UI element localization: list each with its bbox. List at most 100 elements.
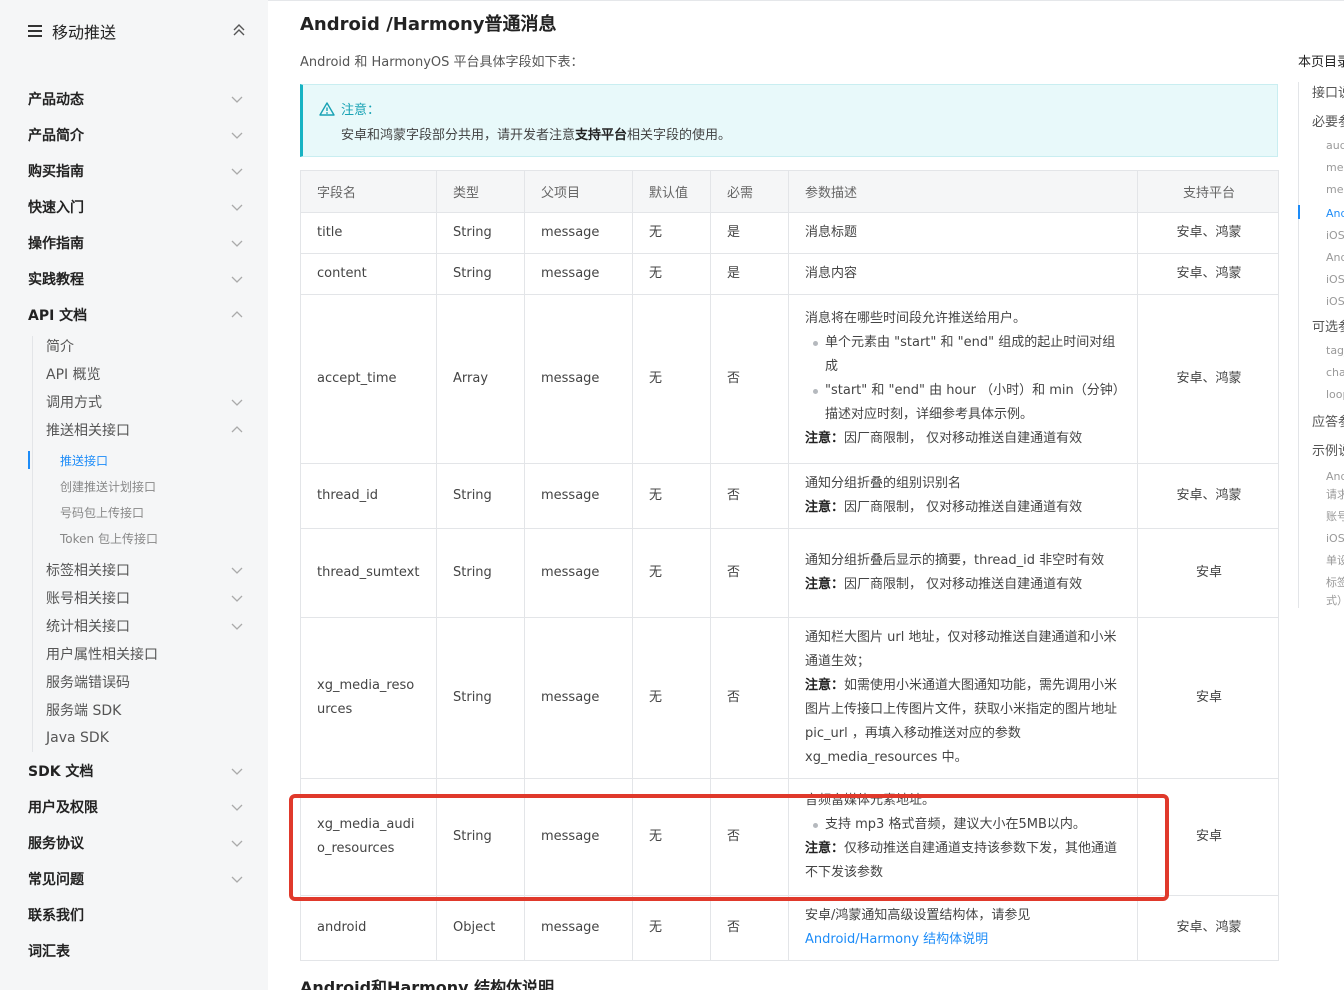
sidebar-item-contact-us[interactable]: 联系我们 xyxy=(28,903,244,927)
toc-item[interactable]: iOS 普通消息 xyxy=(1326,227,1344,243)
toc-item[interactable]: Android 透传消息 xyxy=(1326,249,1344,265)
toc-item[interactable]: 标签推送（新版格 xyxy=(1326,574,1344,590)
top-divider xyxy=(268,0,1344,1)
toc-item[interactable]: 请求示例 xyxy=(1326,486,1344,502)
sidebar-item-glossary[interactable]: 词汇表 xyxy=(28,939,244,963)
sidebar-item-server-sdk[interactable]: 服务端 SDK xyxy=(46,699,244,721)
list-item: "start" 和 "end" 由 hour （小时）和 min（分钟）描述对应… xyxy=(805,379,1123,427)
sidebar-item-stats-apis[interactable]: 统计相关接口 xyxy=(46,615,244,637)
toc-item[interactable]: 必要参数 xyxy=(1312,111,1344,130)
sidebar-item-service-agreement[interactable]: 服务协议 xyxy=(28,831,244,855)
toc-item[interactable]: iOS 消息 xyxy=(1326,293,1344,309)
toc-item[interactable]: channel_rules xyxy=(1326,366,1344,379)
field-platform: 安卓 xyxy=(1137,528,1279,618)
toc-item[interactable]: 单设备推送 xyxy=(1326,552,1344,568)
toc-active-indicator xyxy=(1298,205,1300,219)
field-type: Object xyxy=(436,895,525,961)
toc-item[interactable]: audience_type xyxy=(1326,139,1344,152)
toc-item[interactable]: iOS 静默消息 xyxy=(1326,271,1344,287)
toc-item[interactable]: message xyxy=(1326,183,1344,196)
sidebar-item-product-intro[interactable]: 产品简介 xyxy=(28,123,244,147)
field-parent: message xyxy=(524,253,633,295)
toc-item[interactable]: 接口说明 xyxy=(1312,82,1344,101)
field-description: 消息将在哪些时间段允许推送给用户。 单个元素由 "start" 和 "end" … xyxy=(788,294,1138,464)
field-name: xg_media_resources xyxy=(300,617,437,779)
chevron-down-icon xyxy=(231,399,243,406)
sidebar-item-tutorials[interactable]: 实践教程 xyxy=(28,267,244,291)
struct-doc-link[interactable]: Android/Harmony 结构体说明 xyxy=(805,932,988,947)
note-label: 注意： xyxy=(805,678,845,693)
list-item: 单个元素由 "start" 和 "end" 组成的起止时间对组成 xyxy=(805,331,1123,379)
field-type: String xyxy=(436,212,525,254)
sidebar-item-call-method[interactable]: 调用方式 xyxy=(46,391,244,413)
chevron-down-icon xyxy=(231,96,243,103)
sidebar-item-account-apis[interactable]: 账号相关接口 xyxy=(46,587,244,609)
menu-icon[interactable] xyxy=(28,25,42,37)
table-row: android Object message 无 否 安卓/鸿蒙通知高级设置结构… xyxy=(300,895,1279,961)
field-default: 无 xyxy=(632,895,711,961)
sidebar-item-java-sdk[interactable]: Java SDK xyxy=(46,727,244,749)
next-section-title: Android和Harmony 结构体说明 xyxy=(300,978,555,990)
field-name: title xyxy=(300,212,437,254)
note-label: 注意： xyxy=(805,431,845,446)
toc-item[interactable]: 式） xyxy=(1326,592,1344,608)
sidebar-item-tag-apis[interactable]: 标签相关接口 xyxy=(46,559,244,581)
sidebar-item-api-docs[interactable]: API 文档 xyxy=(28,303,244,327)
field-name: accept_time xyxy=(300,294,437,464)
field-parent: message xyxy=(524,895,633,961)
sidebar-item-token-package-upload[interactable]: Token 包上传接口 xyxy=(60,528,244,548)
sidebar-item-push-apis[interactable]: 推送相关接口 xyxy=(46,419,244,441)
field-description: 通知栏大图片 url 地址，仅对移动推送自建通道和小米通道生效； 注意：如需使用… xyxy=(788,617,1138,779)
sidebar-item-number-package-upload[interactable]: 号码包上传接口 xyxy=(60,502,244,522)
field-description: 音频富媒体元素地址。 支持 mp3 格式音频，建议大小在5MB以内。 注意：仅移… xyxy=(788,778,1138,896)
sidebar-item-user-attr-apis[interactable]: 用户属性相关接口 xyxy=(46,643,244,665)
sidebar-item-push-api[interactable]: 推送接口 xyxy=(60,450,244,470)
field-default: 无 xyxy=(632,778,711,896)
field-type: String xyxy=(436,463,525,529)
sidebar-item-product-news[interactable]: 产品动态 xyxy=(28,87,244,111)
chevron-down-icon xyxy=(231,840,243,847)
sidebar-item-api-overview[interactable]: API 概览 xyxy=(46,363,244,385)
sidebar-item-quick-start[interactable]: 快速入门 xyxy=(28,195,244,219)
field-required: 是 xyxy=(710,212,789,254)
sidebar-item-faq[interactable]: 常见问题 xyxy=(28,867,244,891)
table-row: content String message 无 是 消息内容 安卓、鸿蒙 xyxy=(300,253,1279,295)
sidebar-item-users-permissions[interactable]: 用户及权限 xyxy=(28,795,244,819)
sidebar-item-operation-guide[interactable]: 操作指南 xyxy=(28,231,244,255)
toc-item[interactable]: loop_param xyxy=(1326,388,1344,401)
field-name: xg_media_audio_resources xyxy=(300,778,437,896)
field-type: String xyxy=(436,528,525,618)
field-parent: message xyxy=(524,778,633,896)
notice-bold-text: 支持平台 xyxy=(575,128,628,143)
notice-label: 注意： xyxy=(341,103,381,118)
chevron-down-icon xyxy=(231,876,243,883)
field-description: 通知分组折叠的组别识别名 注意：因厂商限制， 仅对移动推送自建通道有效 xyxy=(788,463,1138,529)
column-header: 参数描述 xyxy=(788,170,1138,213)
toc-item[interactable]: 示例说明 xyxy=(1312,440,1344,459)
field-default: 无 xyxy=(632,617,711,779)
sidebar-item-intro[interactable]: 简介 xyxy=(46,335,244,357)
toc-item[interactable]: message_type xyxy=(1326,161,1344,174)
sidebar-item-server-error-codes[interactable]: 服务端错误码 xyxy=(46,671,244,693)
sidebar-item-create-push-plan[interactable]: 创建推送计划接口 xyxy=(60,476,244,496)
toc-item[interactable]: tag_rules xyxy=(1326,344,1344,357)
toc-item[interactable]: Android 全量推送 xyxy=(1326,468,1344,484)
field-platform: 安卓、鸿蒙 xyxy=(1137,895,1279,961)
collapse-all-icon[interactable] xyxy=(230,21,248,39)
field-name: thread_sumtext xyxy=(300,528,437,618)
field-default: 无 xyxy=(632,212,711,254)
toc-item[interactable]: 应答参数 xyxy=(1312,411,1344,430)
sidebar-item-sdk-docs[interactable]: SDK 文档 xyxy=(28,759,244,783)
chevron-up-icon xyxy=(231,426,243,433)
toc-item-active[interactable]: Android /Harmony普通消息 xyxy=(1326,205,1344,221)
field-required: 否 xyxy=(710,463,789,529)
toc-item[interactable]: 账号推送 xyxy=(1326,508,1344,524)
field-required: 否 xyxy=(710,778,789,896)
toc-item[interactable]: 可选参数 xyxy=(1312,316,1344,335)
page-title: Android /Harmony普通消息 xyxy=(300,14,557,35)
chevron-down-icon xyxy=(231,240,243,247)
toc-item[interactable]: iOS 推送 xyxy=(1326,530,1344,546)
sidebar-item-purchase-guide[interactable]: 购买指南 xyxy=(28,159,244,183)
notice-box: 注意： 安卓和鸿蒙字段部分共用，请开发者注意支持平台相关字段的使用。 xyxy=(300,84,1278,157)
field-name: android xyxy=(300,895,437,961)
